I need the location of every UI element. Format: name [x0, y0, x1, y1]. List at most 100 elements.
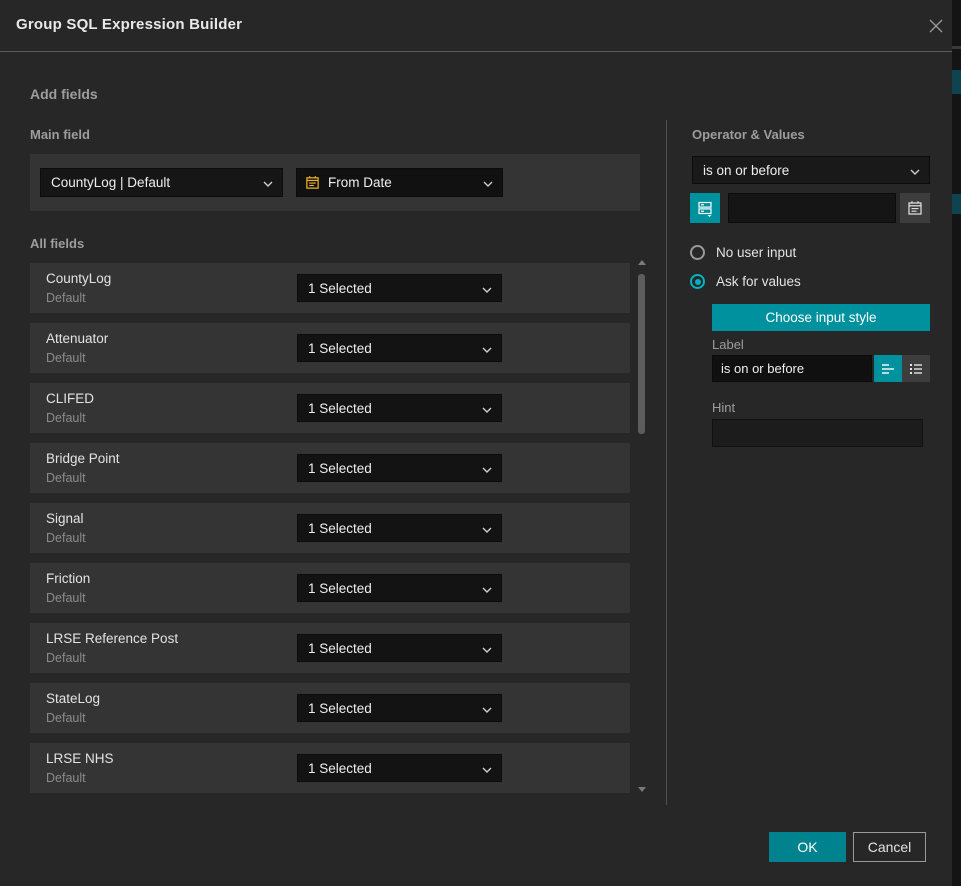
field-name: Signal [46, 511, 84, 526]
all-fields-list: CountyLog Default 1 Selected Attenuator Defa… [30, 263, 630, 803]
operator-select-value: is on or before [693, 163, 910, 178]
field-values-select[interactable]: 1 Selected [297, 394, 502, 422]
radio-unchecked-icon[interactable] [690, 245, 705, 260]
field-values-select-value: 1 Selected [298, 581, 482, 596]
field-sublabel: Default [46, 471, 86, 485]
hint-input[interactable] [712, 419, 923, 447]
field-row: CLIFED Default 1 Selected [30, 383, 630, 433]
field-name: Bridge Point [46, 451, 120, 466]
field-row: Friction Default 1 Selected [30, 563, 630, 613]
radio-checked-icon[interactable] [690, 274, 705, 289]
label-input[interactable] [712, 355, 872, 382]
chevron-down-icon [482, 521, 492, 536]
field-sublabel: Default [46, 531, 86, 545]
stacked-values-icon[interactable] [690, 193, 720, 223]
field-name: CLIFED [46, 391, 94, 406]
field-row: CountyLog Default 1 Selected [30, 263, 630, 313]
background-fragment [952, 70, 961, 94]
scrollbar-thumb[interactable] [638, 274, 645, 434]
chevron-down-icon [263, 175, 273, 190]
field-values-select[interactable]: 1 Selected [297, 574, 502, 602]
field-row: LRSE Reference Post Default 1 Selected [30, 623, 630, 673]
chevron-down-icon [483, 175, 493, 190]
main-field-select[interactable]: From Date [296, 168, 503, 197]
field-values-select-value: 1 Selected [298, 281, 482, 296]
radio-no-user-input-label: No user input [716, 245, 796, 260]
align-left-icon[interactable] [874, 355, 902, 382]
chevron-down-icon [482, 761, 492, 776]
field-values-select-value: 1 Selected [298, 401, 482, 416]
field-name: Attenuator [46, 331, 108, 346]
field-row: StateLog Default 1 Selected [30, 683, 630, 733]
operator-values-heading: Operator & Values [692, 127, 805, 142]
hint-field-label: Hint [712, 400, 735, 415]
background-fragment [952, 46, 961, 49]
choose-input-style-button[interactable]: Choose input style [712, 304, 930, 331]
field-sublabel: Default [46, 351, 86, 365]
background-fragment [952, 194, 961, 214]
main-field-strip: CountyLog | Default From Date [30, 154, 640, 211]
dialog-header: Group SQL Expression Builder [0, 0, 952, 52]
bulleted-list-icon[interactable] [902, 355, 930, 382]
main-field-label: Main field [30, 127, 90, 142]
chevron-down-icon [482, 461, 492, 476]
field-values-select[interactable]: 1 Selected [297, 754, 502, 782]
main-field-select-value: From Date [328, 175, 483, 190]
date-value-input[interactable] [728, 193, 896, 223]
field-values-select[interactable]: 1 Selected [297, 514, 502, 542]
scroll-down-icon[interactable] [638, 787, 646, 792]
calendar-icon [305, 175, 320, 190]
field-row: Attenuator Default 1 Selected [30, 323, 630, 373]
ok-button[interactable]: OK [769, 832, 846, 862]
close-icon[interactable] [924, 14, 948, 38]
radio-ask-for-values[interactable]: Ask for values [690, 274, 801, 289]
chevron-down-icon [482, 281, 492, 296]
field-values-select-value: 1 Selected [298, 521, 482, 536]
radio-ask-for-values-label: Ask for values [716, 274, 801, 289]
field-name: Friction [46, 571, 90, 586]
fields-list-scrollbar[interactable] [637, 258, 647, 798]
field-name: LRSE NHS [46, 751, 114, 766]
field-values-select[interactable]: 1 Selected [297, 694, 502, 722]
field-sublabel: Default [46, 591, 86, 605]
field-values-select[interactable]: 1 Selected [297, 334, 502, 362]
panel-divider [666, 120, 667, 805]
scroll-up-icon[interactable] [638, 260, 646, 265]
field-name: StateLog [46, 691, 100, 706]
main-layer-select[interactable]: CountyLog | Default [40, 168, 283, 197]
field-values-select-value: 1 Selected [298, 641, 482, 656]
background-app-strip [952, 0, 961, 886]
field-values-select[interactable]: 1 Selected [297, 274, 502, 302]
calendar-picker-icon[interactable] [900, 193, 930, 223]
label-field-label: Label [712, 337, 744, 352]
radio-no-user-input[interactable]: No user input [690, 245, 796, 260]
chevron-down-icon [482, 581, 492, 596]
main-layer-select-value: CountyLog | Default [41, 175, 263, 190]
field-sublabel: Default [46, 711, 86, 725]
operator-select[interactable]: is on or before [692, 156, 930, 184]
chevron-down-icon [482, 341, 492, 356]
group-sql-expression-builder-dialog: Group SQL Expression Builder Add fields … [0, 0, 961, 886]
field-sublabel: Default [46, 411, 86, 425]
chevron-down-icon [482, 641, 492, 656]
field-values-select-value: 1 Selected [298, 341, 482, 356]
field-values-select-value: 1 Selected [298, 701, 482, 716]
field-row: Bridge Point Default 1 Selected [30, 443, 630, 493]
dialog-title: Group SQL Expression Builder [16, 16, 242, 33]
field-name: LRSE Reference Post [46, 631, 178, 646]
field-row: Signal Default 1 Selected [30, 503, 630, 553]
chevron-down-icon [910, 163, 920, 178]
field-sublabel: Default [46, 651, 86, 665]
field-sublabel: Default [46, 771, 86, 785]
field-values-select-value: 1 Selected [298, 761, 482, 776]
field-sublabel: Default [46, 291, 86, 305]
chevron-down-icon [482, 701, 492, 716]
field-values-select[interactable]: 1 Selected [297, 634, 502, 662]
field-row: LRSE NHS Default 1 Selected [30, 743, 630, 793]
field-values-select[interactable]: 1 Selected [297, 454, 502, 482]
cancel-button[interactable]: Cancel [853, 832, 926, 862]
add-fields-heading: Add fields [30, 86, 98, 102]
field-values-select-value: 1 Selected [298, 461, 482, 476]
field-name: CountyLog [46, 271, 111, 286]
all-fields-label: All fields [30, 236, 84, 251]
